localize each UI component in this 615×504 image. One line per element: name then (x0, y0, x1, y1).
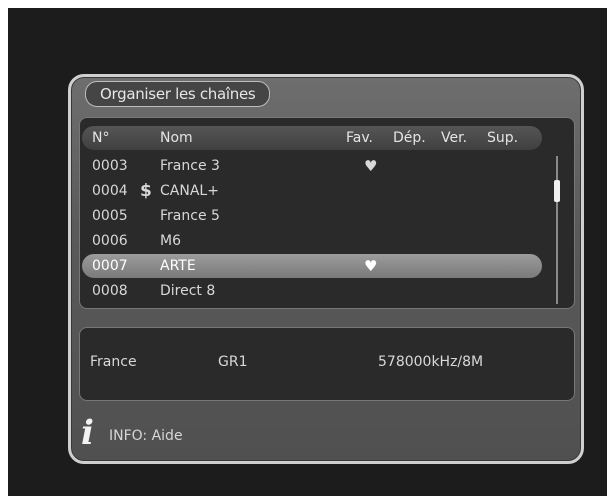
channel-name: France 3 (160, 158, 220, 174)
favorite-heart-icon: ♥ (364, 257, 378, 275)
channel-row[interactable]: 0005 France 5 (82, 204, 542, 228)
column-header-dep[interactable]: Dép. (393, 126, 426, 150)
channel-number: 0006 (92, 233, 128, 249)
country-label: France (90, 354, 137, 370)
favorite-heart-icon: ♥ (364, 157, 378, 175)
channel-name: CANAL+ (160, 183, 219, 199)
column-header-name: Nom (160, 130, 193, 146)
channel-row[interactable]: 0003 France 3 ♥ (82, 154, 542, 178)
channel-name: France 5 (160, 208, 220, 224)
channel-row[interactable]: 0004 $ CANAL+ (82, 179, 542, 203)
channel-number: 0004 (92, 183, 128, 199)
channel-number: 0007 (92, 258, 128, 274)
column-header-sup[interactable]: Sup. (487, 126, 518, 150)
channel-name: M6 (160, 233, 181, 249)
column-header: N° Nom Fav. Dép. Ver. Sup. (82, 126, 542, 150)
column-header-ver[interactable]: Ver. (441, 126, 467, 150)
info-icon: i (81, 413, 94, 453)
tv-screen: Organiser les chaînes N° Nom Fav. Dép. V… (8, 8, 607, 496)
column-header-num: N° (92, 130, 110, 146)
window-title: Organiser les chaînes (85, 81, 271, 107)
scrollbar[interactable] (554, 156, 560, 304)
channel-row[interactable]: 0008 Direct 8 (82, 279, 542, 303)
help-footer: i INFO: Aide (71, 409, 581, 461)
frequency-label: 578000kHz/8M (378, 354, 484, 370)
channel-list-panel: N° Nom Fav. Dép. Ver. Sup. 0003 France 3… (79, 117, 575, 309)
channel-row-selected[interactable]: 0007 ARTE ♥ (82, 254, 542, 278)
group-label: GR1 (218, 354, 248, 370)
channel-number: 0008 (92, 283, 128, 299)
channel-name: ARTE (160, 258, 196, 274)
column-header-fav[interactable]: Fav. (346, 126, 373, 150)
pay-channel-icon: $ (140, 181, 152, 201)
scrollbar-thumb[interactable] (554, 180, 560, 202)
channel-organizer-window: Organiser les chaînes N° Nom Fav. Dép. V… (68, 74, 584, 464)
channel-details-panel: France GR1 578000kHz/8M (79, 327, 575, 401)
channel-number: 0003 (92, 158, 128, 174)
help-text: INFO: Aide (109, 428, 183, 444)
channel-number: 0005 (92, 208, 128, 224)
channel-name: Direct 8 (160, 283, 216, 299)
channel-row[interactable]: 0006 M6 (82, 229, 542, 253)
